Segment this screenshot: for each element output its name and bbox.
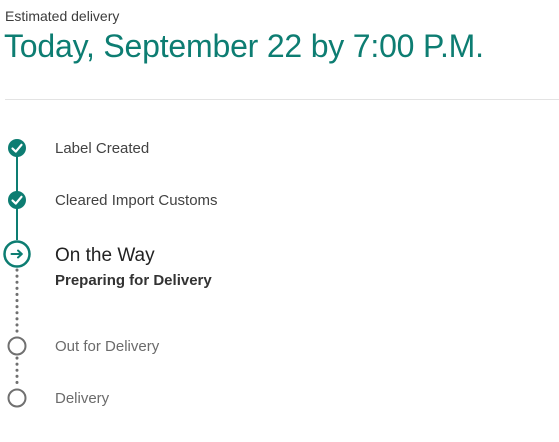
step-label-delivery: Delivery (55, 390, 110, 407)
timeline-graphic (3, 139, 31, 408)
step-label-cleared-customs: Cleared Import Customs (55, 192, 218, 209)
arrow-right-icon (3, 240, 31, 268)
empty-circle-icon (7, 336, 27, 356)
step-label-out-for-delivery: Out for Delivery (55, 338, 160, 355)
tracking-timeline: Label Created Cleared Import Customs On … (0, 0, 559, 442)
empty-circle-icon (7, 388, 27, 408)
check-icon (8, 191, 26, 209)
check-icon (8, 139, 26, 157)
step-label-created: Label Created (55, 140, 150, 157)
step-label-on-the-way: On the Way (55, 245, 155, 266)
step-sublabel-preparing: Preparing for Delivery (55, 272, 212, 289)
